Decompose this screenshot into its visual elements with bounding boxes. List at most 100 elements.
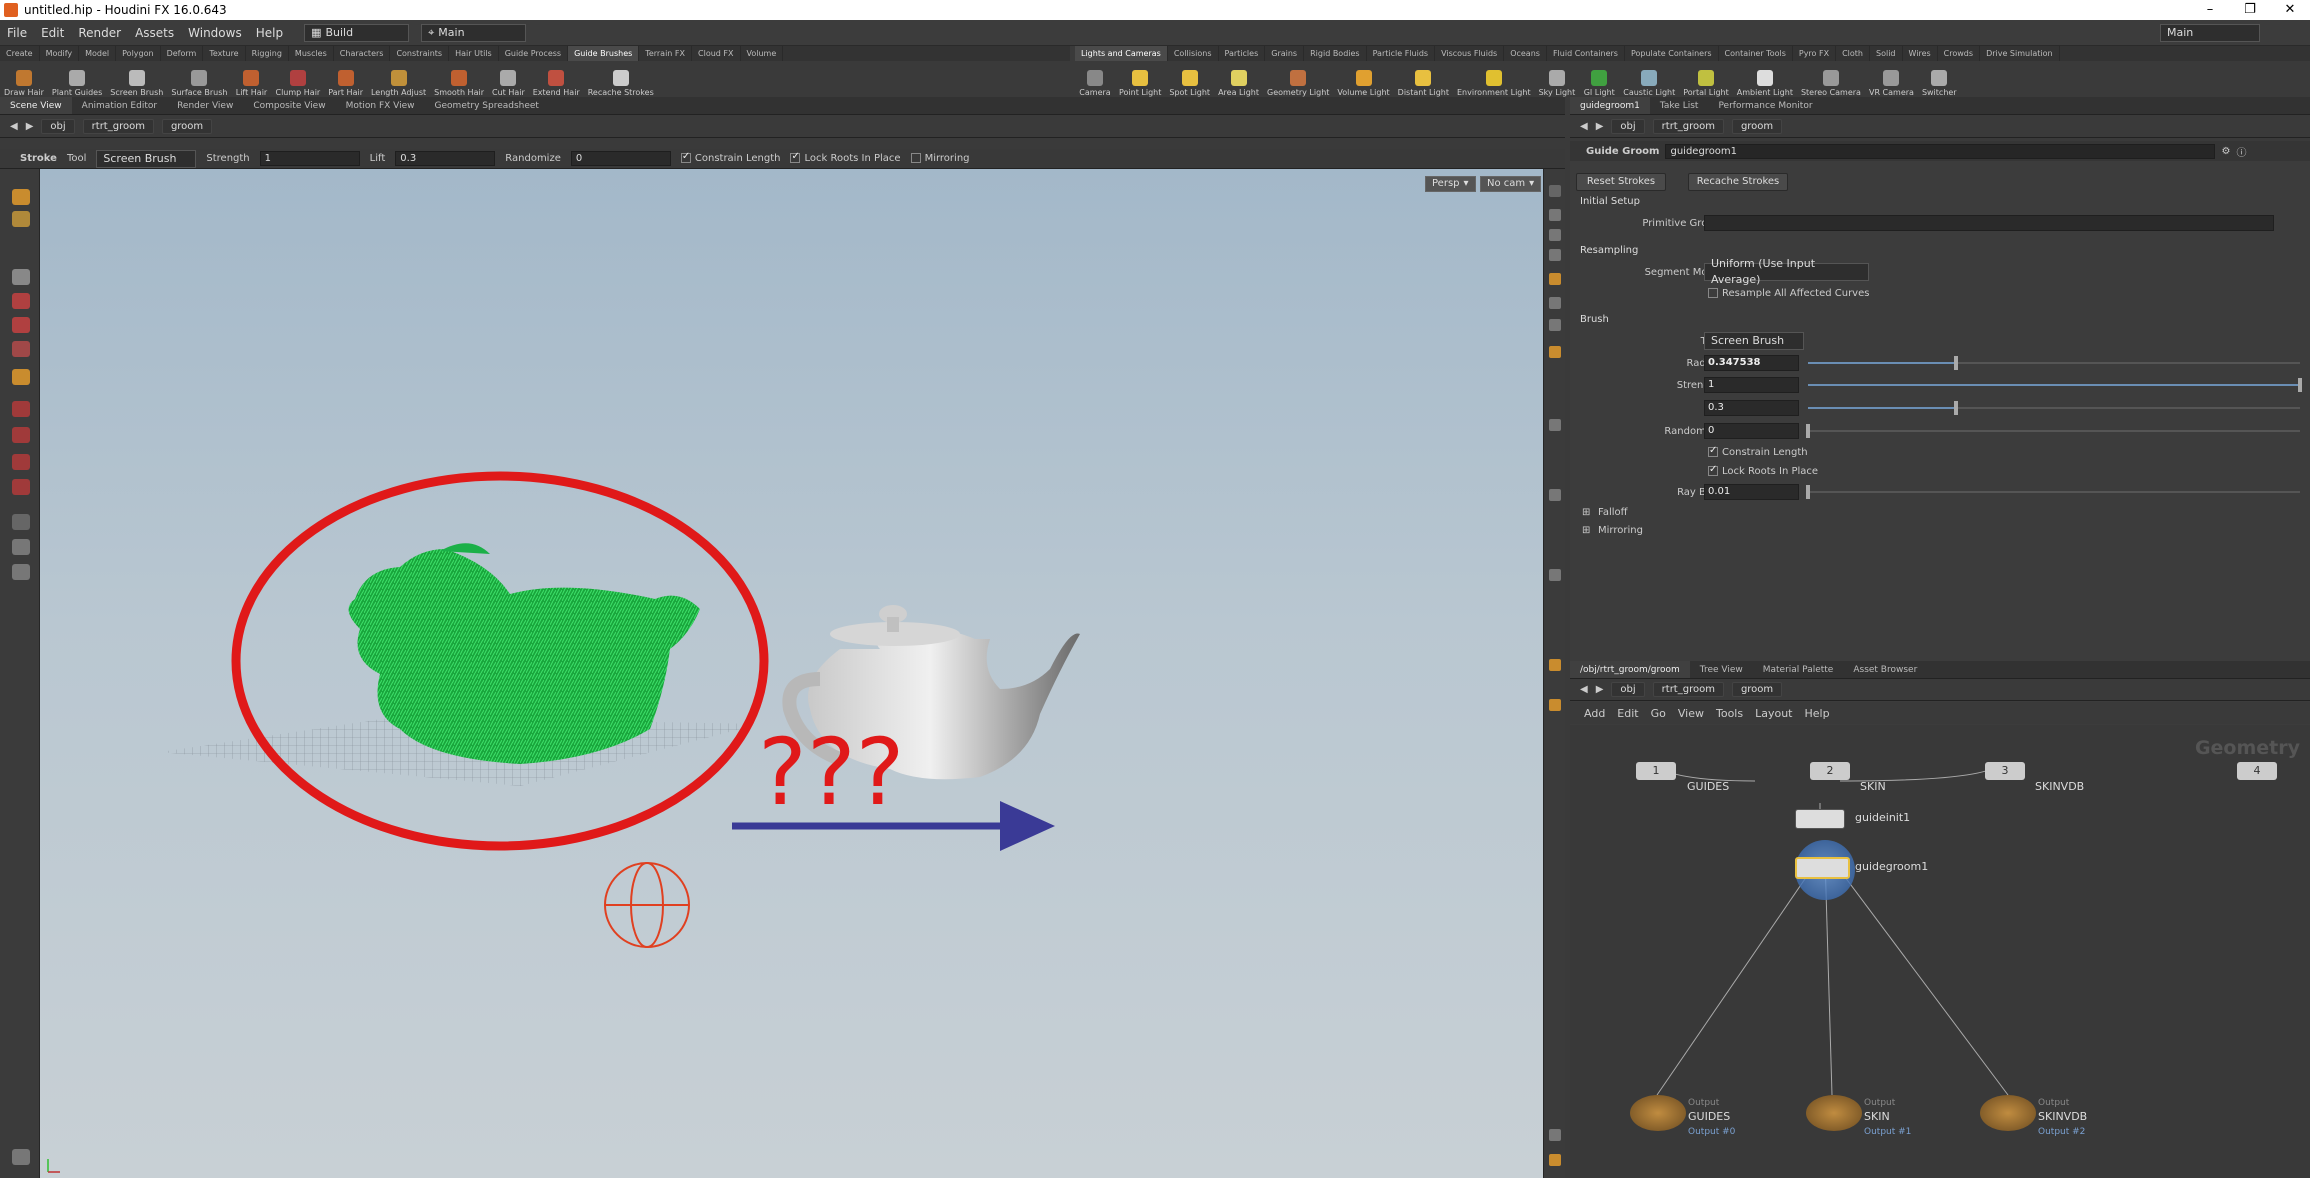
minimize-button[interactable]: – xyxy=(2190,0,2230,20)
close-button[interactable]: ✕ xyxy=(2270,0,2310,20)
shelf-tool-part-hair[interactable]: Part Hair xyxy=(324,61,367,97)
segment-mode-dropdown[interactable]: Uniform (Use Input Average) xyxy=(1704,257,1869,286)
forward-arrow-icon[interactable]: ▶ xyxy=(1596,684,1604,695)
brush-icon[interactable] xyxy=(12,211,30,227)
path-node[interactable]: rtrt_groom xyxy=(1652,682,1724,697)
shelf-tab-volume[interactable]: Volume xyxy=(741,46,784,61)
recache-strokes-button[interactable]: Recache Strokes xyxy=(1688,173,1788,191)
lock-roots-toggle[interactable]: Lock Roots In Place xyxy=(790,151,901,164)
shelf-tool-volume-light[interactable]: Volume Light xyxy=(1333,61,1393,97)
shelf-tool-caustic-light[interactable]: Caustic Light xyxy=(1619,61,1679,97)
shelf-tab-muscles[interactable]: Muscles xyxy=(289,46,334,61)
param-constrain-length[interactable]: Constrain Length xyxy=(1570,443,2310,461)
shelf-tool-geometry-light[interactable]: Geometry Light xyxy=(1263,61,1333,97)
shelf-tab-rigging[interactable]: Rigging xyxy=(246,46,289,61)
path-node[interactable]: rtrt_groom xyxy=(82,119,154,134)
shelf-tab-pyro-fx[interactable]: Pyro FX xyxy=(1793,46,1837,61)
constrain-length-toggle[interactable]: Constrain Length xyxy=(680,151,780,164)
back-arrow-icon[interactable]: ◀ xyxy=(1580,684,1588,695)
lighting-icon[interactable] xyxy=(1549,273,1561,285)
subnet-input-2[interactable]: 2 xyxy=(1810,762,1850,780)
subnet-input-3[interactable]: 3 xyxy=(1985,762,2025,780)
slider-knob[interactable] xyxy=(2298,378,2302,392)
network-editor[interactable]: Geometry 1 GUIDES 2 SKIN 3 SKINVDB 4 gui… xyxy=(1570,725,2310,1178)
shelf-tab-cloud-fx[interactable]: Cloud FX xyxy=(692,46,741,61)
subnet-input-4[interactable]: 4 xyxy=(2237,762,2277,780)
shelf-tool-point-light[interactable]: Point Light xyxy=(1115,61,1165,97)
forward-arrow-icon[interactable]: ▶ xyxy=(1596,121,1604,132)
lift-input[interactable]: 0.3 xyxy=(1704,400,1799,416)
output-node-skin[interactable] xyxy=(1806,1095,1862,1131)
camera-orbit-icon[interactable] xyxy=(12,539,30,555)
back-arrow-icon[interactable]: ◀ xyxy=(1580,121,1588,132)
path-obj[interactable]: obj xyxy=(1611,119,1645,134)
shelf-tab-fluid-containers[interactable]: Fluid Containers xyxy=(1547,46,1625,61)
guide-display-icon[interactable] xyxy=(1549,569,1561,581)
shelf-tab-cloth[interactable]: Cloth xyxy=(1836,46,1870,61)
tab-material-palette[interactable]: Material Palette xyxy=(1753,661,1844,678)
tab-obj-rtrt-groom-groom[interactable]: /obj/rtrt_groom/groom xyxy=(1570,661,1690,678)
shelf-tool-area-light[interactable]: Area Light xyxy=(1214,61,1263,97)
slider-knob[interactable] xyxy=(1953,356,1958,370)
subnet-input-1[interactable]: 1 xyxy=(1636,762,1676,780)
shelf-tab-constraints[interactable]: Constraints xyxy=(390,46,450,61)
param-lock-roots[interactable]: Lock Roots In Place xyxy=(1570,462,2310,480)
shelf-tab-populate-containers[interactable]: Populate Containers xyxy=(1625,46,1719,61)
tab-tree-view[interactable]: Tree View xyxy=(1690,661,1753,678)
shelf-tab-guide-process[interactable]: Guide Process xyxy=(499,46,569,61)
menu-edit[interactable]: Edit xyxy=(34,26,71,40)
select-arrow-icon[interactable] xyxy=(12,269,30,285)
light-handle-icon[interactable] xyxy=(604,862,690,948)
path-obj[interactable]: obj xyxy=(1611,682,1645,697)
shelf-tab-create[interactable]: Create xyxy=(0,46,40,61)
forward-arrow-icon[interactable]: ▶ xyxy=(26,121,34,132)
tab-animation-editor[interactable]: Animation Editor xyxy=(72,97,167,114)
path-child[interactable]: groom xyxy=(1731,682,1783,697)
tool-dropdown[interactable]: Screen Brush xyxy=(1704,332,1804,350)
shelf-tab-deform[interactable]: Deform xyxy=(161,46,204,61)
shelf-tool-lift-hair[interactable]: Lift Hair xyxy=(231,61,271,97)
network-menu-add[interactable]: Add xyxy=(1584,707,1605,720)
tab-geometry-spreadsheet[interactable]: Geometry Spreadsheet xyxy=(425,97,549,114)
shelf-tab-drive-simulation[interactable]: Drive Simulation xyxy=(1980,46,2060,61)
shelf-tab-characters[interactable]: Characters xyxy=(334,46,391,61)
desktop-selector[interactable]: ▦ Build xyxy=(304,23,410,42)
shelf-tab-viscous-fluids[interactable]: Viscous Fluids xyxy=(1435,46,1505,61)
info-icon[interactable] xyxy=(1549,1129,1561,1141)
path-child[interactable]: groom xyxy=(161,119,213,134)
lift-input[interactable]: 0.3 xyxy=(395,151,496,166)
shelf-tab-oceans[interactable]: Oceans xyxy=(1504,46,1547,61)
shelf-tab-solid[interactable]: Solid xyxy=(1870,46,1903,61)
capture-tool-icon[interactable] xyxy=(12,454,30,470)
display-options-icon[interactable] xyxy=(1549,185,1561,197)
shelf-tab-polygon[interactable]: Polygon xyxy=(116,46,161,61)
reset-strokes-button[interactable]: Reset Strokes xyxy=(1576,173,1666,191)
randomize-input[interactable]: 0 xyxy=(1704,423,1799,439)
shelf-tool-gi-light[interactable]: GI Light xyxy=(1579,61,1619,97)
shelf-tab-container-tools[interactable]: Container Tools xyxy=(1719,46,1793,61)
shelf-tool-plant-guides[interactable]: Plant Guides xyxy=(48,61,106,97)
move-tool-icon[interactable] xyxy=(12,293,30,309)
snap-icon[interactable] xyxy=(12,1149,30,1165)
shelf-tool-camera[interactable]: Camera xyxy=(1075,61,1115,97)
shelf-tab-lights-and-cameras[interactable]: Lights and Cameras xyxy=(1075,46,1168,61)
shelf-tool-switcher[interactable]: Switcher xyxy=(1918,61,1961,97)
network-menu-layout[interactable]: Layout xyxy=(1755,707,1792,720)
network-menu-help[interactable]: Help xyxy=(1805,707,1830,720)
output-node-guides[interactable] xyxy=(1630,1095,1686,1131)
network-menu-go[interactable]: Go xyxy=(1651,707,1666,720)
tab-composite-view[interactable]: Composite View xyxy=(243,97,335,114)
shelf-tab-guide-brushes[interactable]: Guide Brushes xyxy=(568,46,640,61)
path-child[interactable]: groom xyxy=(1731,119,1783,134)
primitive-group-input[interactable] xyxy=(1704,215,2274,231)
scale-tool-icon[interactable] xyxy=(12,341,30,357)
falloff-folder[interactable]: ⊞ Falloff xyxy=(1570,503,2310,521)
rotate-tool-icon[interactable] xyxy=(12,317,30,333)
shading-icon[interactable] xyxy=(1549,346,1561,358)
menu-help[interactable]: Help xyxy=(249,26,290,40)
shelf-tool-distant-light[interactable]: Distant Light xyxy=(1394,61,1453,97)
shelf-tab-grains[interactable]: Grains xyxy=(1265,46,1305,61)
shelf-tool-smooth-hair[interactable]: Smooth Hair xyxy=(430,61,488,97)
magnet-icon[interactable] xyxy=(12,479,30,495)
shelf-tool-sky-light[interactable]: Sky Light xyxy=(1535,61,1580,97)
